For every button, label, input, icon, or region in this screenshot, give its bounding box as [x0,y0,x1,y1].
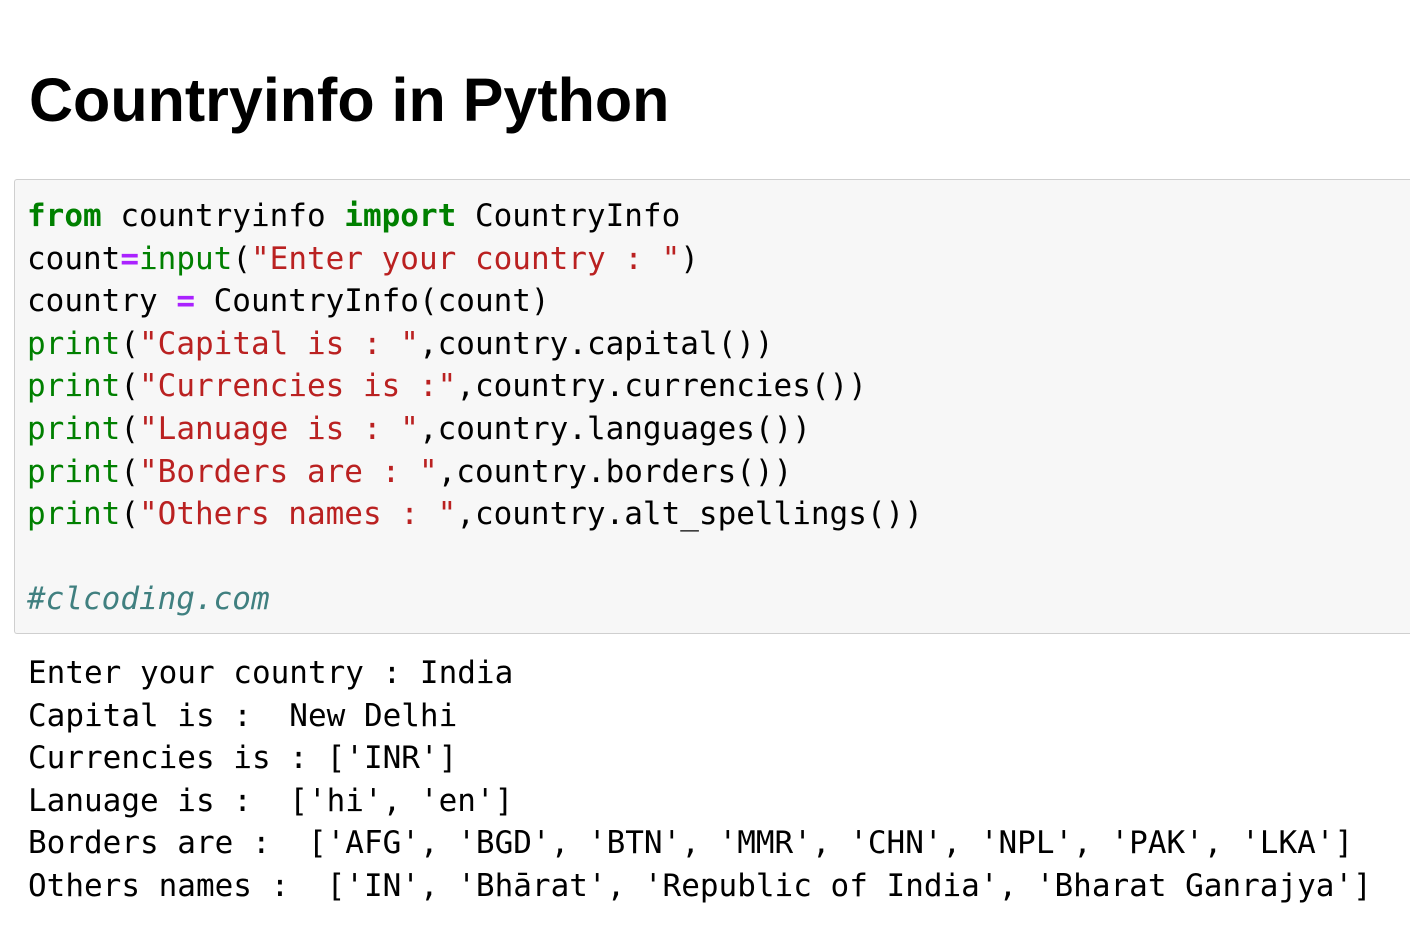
code-token: import [344,198,457,234]
code-token: "Currencies is :" [139,368,457,405]
code-token: = [176,283,195,320]
code-line: count=input("Enter your country : ") [27,238,923,281]
code-token: CountryInfo [456,198,681,234]
code-token: input [139,240,233,277]
code-token: countryinfo [101,198,345,234]
code-token: print [27,410,121,447]
code-token: "Others names : " [139,496,457,533]
code-line: print("Currencies is :",country.currenci… [27,365,923,408]
code-line: print("Capital is : ",country.capital()) [27,323,923,366]
output-line: Borders are : ['AFG', 'BGD', 'BTN', 'MMR… [28,825,1354,862]
code-token: CountryInfo(count) [194,283,550,320]
code-token: ,country.borders()) [437,453,793,490]
code-token: "Lanuage is : " [139,410,419,447]
code-line: from countryinfo import CountryInfo [27,195,923,238]
output-line: Enter your country : India [28,655,514,691]
code-token: ,country.languages()) [418,410,811,447]
code-token: "Capital is : " [139,325,419,362]
code-token: ,country.capital()) [418,325,774,362]
code-editor[interactable]: from countryinfo import CountryInfo count… [27,195,923,621]
code-line: print("Borders are : ",country.borders()… [27,451,923,494]
code-line: print("Lanuage is : ",country.languages(… [27,408,923,451]
code-line: country = CountryInfo(count) [27,280,923,323]
notebook-page: Countryinfo in Python from countryinfo i… [0,0,1410,934]
code-token: #clcoding.com [27,581,270,618]
code-token: ( [120,410,139,447]
output-line: Lanuage is : ['hi', 'en'] [28,782,514,819]
code-token: ( [120,325,139,362]
code-token: ,country.currencies()) [456,368,867,405]
code-token: "Borders are : " [139,453,438,490]
code-token: "Enter your country : " [251,240,681,277]
output-line: Currencies is : ['INR'] [28,740,458,777]
output-line: Capital is : New Delhi [28,697,458,734]
code-token: country [27,283,177,320]
code-token: ) [680,240,699,277]
output-line: Others names : ['IN', 'Bhārat', 'Republi… [28,867,1372,904]
code-token: ( [120,453,139,490]
code-token: = [120,240,139,277]
code-token: print [27,496,121,533]
cell-output: Enter your country : India Capital is : N… [28,652,1372,908]
code-token: print [27,368,121,405]
code-token: count [27,240,121,277]
code-token: ,country.alt_spellings()) [456,496,923,533]
code-token: ( [232,240,251,277]
code-token: print [27,325,121,362]
code-line: #clcoding.com [27,578,923,621]
page-title: Countryinfo in Python [29,66,670,134]
code-token: ( [120,368,139,405]
code-token: from [27,198,102,234]
code-token: print [27,453,121,490]
code-line: print("Others names : ",country.alt_spel… [27,493,923,536]
code-token: ( [120,496,139,533]
